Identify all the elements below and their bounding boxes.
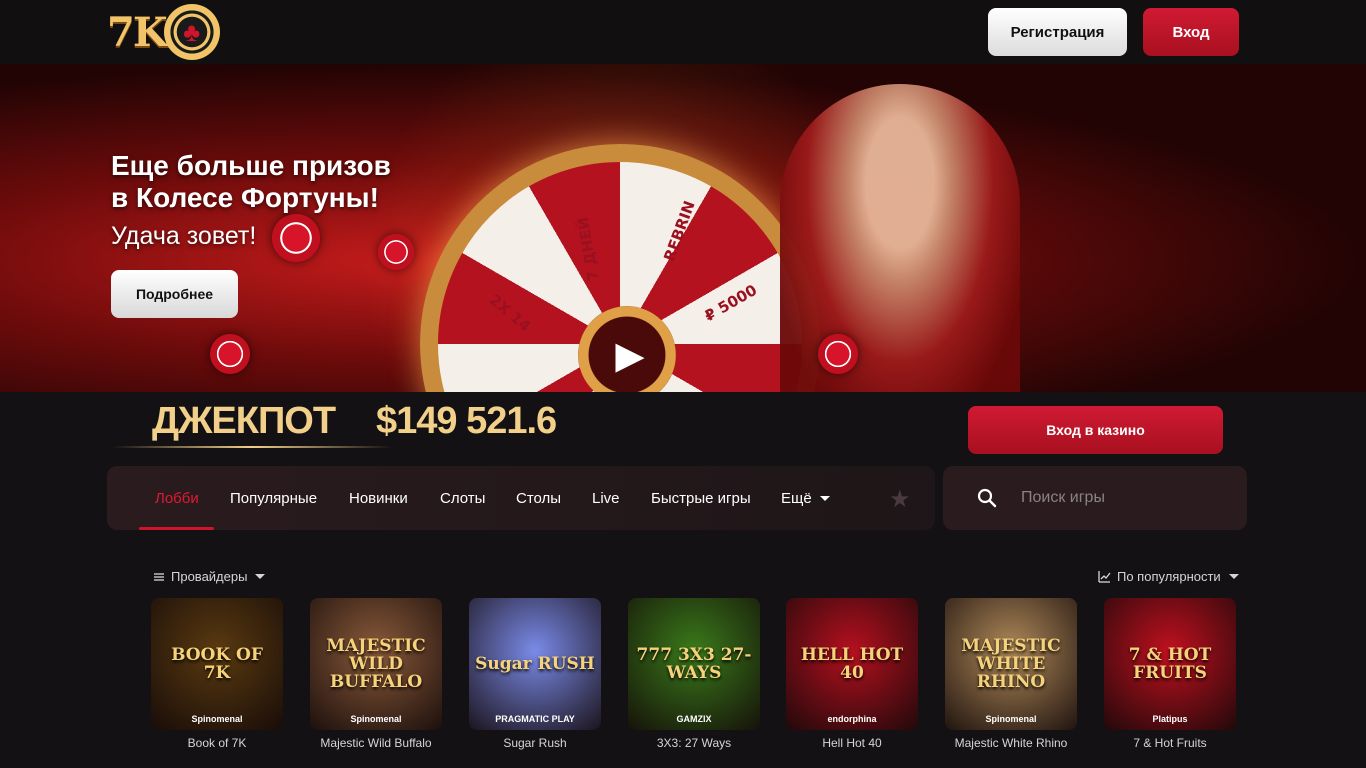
tab-more-label: Ещё: [781, 489, 812, 507]
game-name[interactable]: 7 & Hot Fruits: [1104, 736, 1236, 750]
tab-lobby[interactable]: Лобби: [155, 466, 199, 530]
tab-tables[interactable]: Столы: [516, 466, 561, 530]
tab-more[interactable]: Ещё: [781, 466, 830, 530]
chart-icon: [1098, 571, 1111, 583]
login-button[interactable]: Вход: [1143, 8, 1239, 56]
game-thumbnail[interactable]: MAJESTIC WILD BUFFALO Spinomenal: [310, 598, 442, 730]
casino-chip-icon: [378, 234, 414, 270]
game-name[interactable]: Majestic Wild Buffalo: [310, 736, 442, 750]
club-chip-icon: ♣: [163, 4, 220, 60]
game-thumbnail[interactable]: MAJESTIC WHITE RHINO Spinomenal: [945, 598, 1077, 730]
providers-label: Провайдеры: [171, 569, 248, 584]
provider-badge: Spinomenal: [350, 714, 402, 724]
game-thumb-title: Sugar RUSH: [475, 654, 595, 674]
logo-text: 7K: [107, 8, 168, 56]
game-name[interactable]: Book of 7K: [151, 736, 283, 750]
sort-label: По популярности: [1117, 569, 1221, 584]
game-card[interactable]: BOOK OF 7K Spinomenal Book of 7K: [151, 598, 283, 750]
favorites-star-icon[interactable]: ★: [889, 485, 911, 514]
chevron-down-icon: [255, 574, 266, 579]
providers-filter[interactable]: Провайдеры: [153, 569, 266, 584]
active-tab-indicator: [139, 527, 214, 530]
provider-badge: GAMZIX: [676, 714, 712, 724]
game-card[interactable]: 7 & HOT FRUITS Platipus 7 & Hot Fruits: [1104, 598, 1236, 750]
game-thumb-title: MAJESTIC WILD BUFFALO: [326, 636, 426, 692]
filter-icon: [154, 572, 164, 581]
model-image: [780, 84, 1020, 392]
jackpot-value: $149 521.6: [376, 400, 557, 442]
game-name[interactable]: Sugar Rush: [469, 736, 601, 750]
jackpot-label: ДЖЕКПОТ: [152, 400, 336, 442]
casino-chip-icon: [265, 207, 327, 269]
game-thumb-title: 777 3X3 27-WAYS: [636, 645, 752, 683]
register-button[interactable]: Регистрация: [988, 8, 1127, 56]
game-thumbnail[interactable]: HELL HOT 40 endorphina: [786, 598, 918, 730]
game-thumbnail[interactable]: 7 & HOT FRUITS Platipus: [1104, 598, 1236, 730]
chevron-down-icon: [819, 495, 830, 501]
banner-title: Еще больше призов в Колесе Фортуны!: [111, 150, 391, 213]
game-thumb-title: BOOK OF 7K: [171, 645, 263, 683]
tab-live[interactable]: Live: [592, 466, 620, 530]
game-name[interactable]: Majestic White Rhino: [945, 736, 1077, 750]
casino-chip-icon: [818, 334, 858, 374]
category-nav: Лобби Популярные Новинки Слоты Столы Liv…: [107, 466, 935, 530]
tab-popular[interactable]: Популярные: [230, 466, 317, 530]
banner-subtitle: Удача зовет!: [111, 222, 257, 250]
game-thumb-title: 7 & HOT FRUITS: [1128, 645, 1212, 683]
game-thumb-title: HELL HOT 40: [800, 645, 904, 683]
provider-badge: PRAGMATIC PLAY: [495, 714, 575, 724]
game-thumbnail[interactable]: Sugar RUSH PRAGMATIC PLAY: [469, 598, 601, 730]
search-box: [943, 466, 1247, 530]
enter-casino-button[interactable]: Вход в казино: [968, 406, 1223, 454]
casino-chip-icon: [210, 334, 250, 374]
provider-badge: Spinomenal: [985, 714, 1037, 724]
header: 7K ♣ Регистрация Вход: [0, 0, 1366, 64]
game-thumbnail[interactable]: BOOK OF 7K Spinomenal: [151, 598, 283, 730]
tab-fast-games[interactable]: Быстрые игры: [651, 466, 751, 530]
game-card[interactable]: MAJESTIC WHITE RHINO Spinomenal Majestic W…: [945, 598, 1077, 750]
tab-slots[interactable]: Слоты: [440, 466, 485, 530]
provider-badge: endorphina: [827, 714, 877, 724]
game-thumb-title: MAJESTIC WHITE RHINO: [961, 636, 1061, 692]
provider-badge: Spinomenal: [191, 714, 243, 724]
logo[interactable]: 7K ♣: [107, 4, 225, 60]
game-card[interactable]: Sugar RUSH PRAGMATIC PLAY Sugar Rush: [469, 598, 601, 750]
game-card[interactable]: 777 3X3 27-WAYS GAMZIX 3X3: 27 Ways: [628, 598, 760, 750]
chevron-down-icon: [1228, 574, 1239, 579]
provider-badge: Platipus: [1152, 714, 1188, 724]
search-input[interactable]: [1021, 482, 1231, 514]
tab-new[interactable]: Новинки: [349, 466, 408, 530]
more-button[interactable]: Подробнее: [111, 270, 238, 318]
game-card[interactable]: HELL HOT 40 endorphina Hell Hot 40: [786, 598, 918, 750]
game-card[interactable]: MAJESTIC WILD BUFFALO Spinomenal Majestic …: [310, 598, 442, 750]
promo-banner[interactable]: REBRIN 7 ДНЕЙ 2X 14 ₽ 5000 ▶ Еще больше …: [0, 64, 1366, 392]
game-name[interactable]: Hell Hot 40: [786, 736, 918, 750]
game-thumbnail[interactable]: 777 3X3 27-WAYS GAMZIX: [628, 598, 760, 730]
game-name[interactable]: 3X3: 27 Ways: [628, 736, 760, 750]
sort-filter[interactable]: По популярности: [1098, 569, 1239, 584]
search-icon[interactable]: [977, 488, 997, 508]
